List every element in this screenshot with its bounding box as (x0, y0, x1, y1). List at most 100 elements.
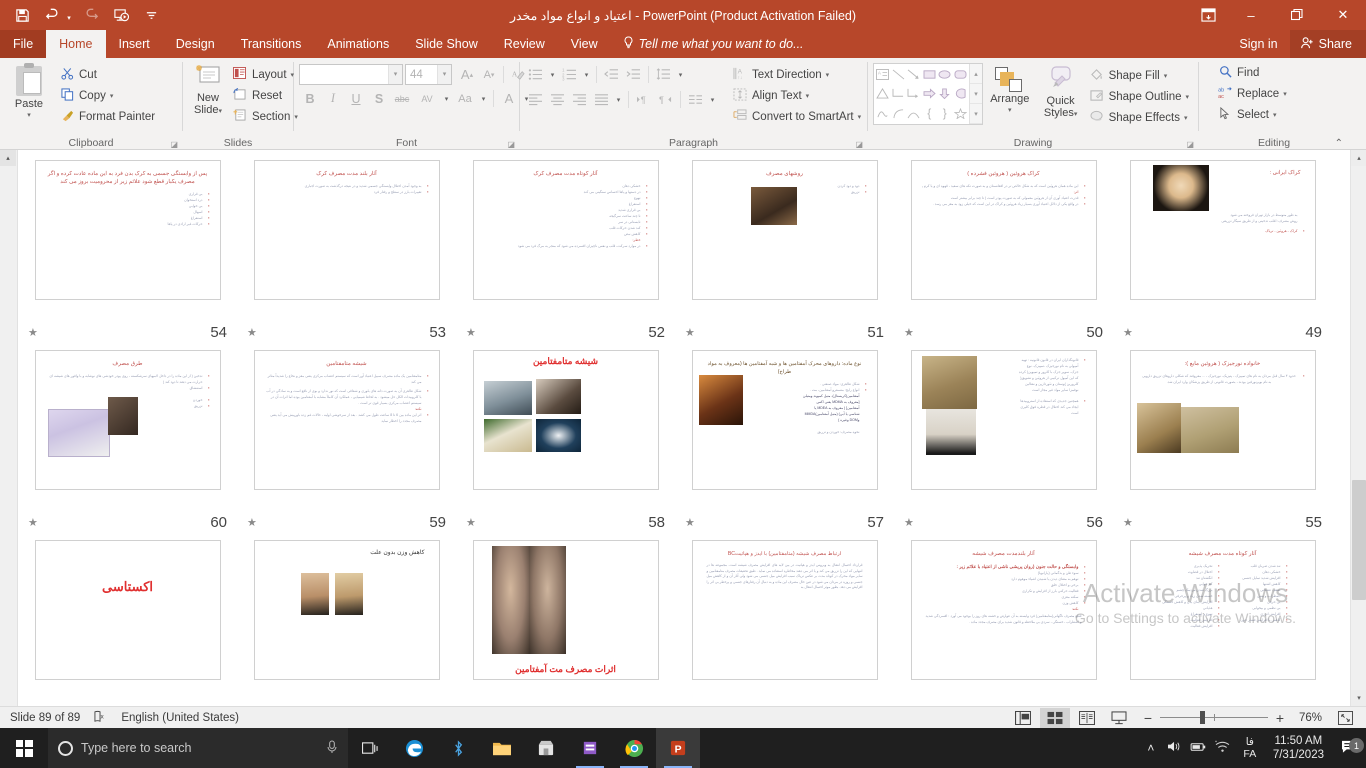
language-label[interactable]: English (United States) (121, 712, 239, 724)
animation-star-icon[interactable]: ★ (466, 516, 476, 529)
slide-thumbnail[interactable]: طرق مصرف تدخین ( از این ماده را در داخل … (35, 350, 221, 490)
animation-star-icon[interactable]: ★ (1123, 326, 1133, 339)
slide-sorter-view-button[interactable] (1040, 708, 1070, 728)
animation-star-icon[interactable]: ★ (247, 516, 257, 529)
tab-review[interactable]: Review (491, 30, 558, 58)
zoom-level-label[interactable]: 76% (1294, 712, 1328, 724)
slide-cell[interactable]: کراک هروئین ( هروئین فشرده ) این ماده هم… (894, 158, 1113, 348)
task-view-icon[interactable] (348, 728, 392, 768)
slide-thumbnail[interactable]: شیشه متامفتامین (473, 350, 659, 490)
shape-rounded-rect-icon[interactable] (952, 65, 968, 84)
powerpoint-icon[interactable]: P (656, 728, 700, 768)
shape-textbox-icon[interactable]: A (875, 65, 890, 84)
rtl-direction-button[interactable]: ¶ (655, 89, 676, 110)
animation-star-icon[interactable]: ★ (685, 516, 695, 529)
shape-oval-icon[interactable] (937, 65, 952, 84)
slide-cell[interactable]: آثار بلندمدت مصرف شیشه وابستگی و حالت جن… (894, 538, 1113, 706)
shape-gallery-down-icon[interactable]: ▾ (970, 84, 982, 104)
vertical-scrollbar[interactable]: ▴ ▾ (1350, 150, 1366, 706)
tab-file[interactable]: File (0, 30, 46, 58)
font-dialog-launcher[interactable]: ◪ (507, 140, 515, 149)
animation-star-icon[interactable]: ★ (685, 326, 695, 339)
shape-outline-button[interactable]: Shape Outline ▾ (1085, 86, 1193, 107)
slide-thumbnail[interactable]: آثار بلندمدت مصرف شیشه وابستگی و حالت جن… (911, 540, 1097, 680)
slide-cell[interactable]: شیشه متامفتامین ★58 (456, 348, 675, 538)
network-icon[interactable]: * (1211, 740, 1235, 756)
bluetooth-icon[interactable] (436, 728, 480, 768)
shape-pie-icon[interactable] (952, 84, 968, 103)
bullets-button[interactable] (525, 64, 546, 85)
columns-button[interactable] (685, 89, 706, 110)
action-center-icon[interactable]: 1 (1332, 739, 1366, 757)
undo-dropdown-icon[interactable]: ▾ (63, 3, 75, 27)
slide-cell[interactable]: پس از وابستگی جسمی به کرک بدن فرد به این… (18, 158, 237, 348)
numbering-button[interactable]: 123 (559, 64, 580, 85)
shape-scribble-icon[interactable] (875, 104, 890, 123)
taskbar-search-box[interactable]: Type here to search (48, 728, 348, 768)
clock[interactable]: 11:50 AM 7/31/2023 (1265, 734, 1332, 762)
shape-curve-icon[interactable] (890, 104, 906, 123)
scrollbar-down-icon[interactable]: ▾ (1351, 690, 1366, 706)
save-icon[interactable] (8, 3, 36, 27)
slide-thumbnail[interactable]: اثرات مصرف مت آمفتامین (473, 540, 659, 680)
tab-slide-show[interactable]: Slide Show (402, 30, 491, 58)
section-button[interactable]: Section ▾ (228, 106, 302, 127)
animation-star-icon[interactable]: ★ (28, 516, 38, 529)
slide-count-label[interactable]: Slide 89 of 89 (10, 712, 80, 724)
arrange-dropdown-icon[interactable]: ▾ (1008, 105, 1012, 117)
slide-thumbnail[interactable]: کاهش وزن بدون علت (254, 540, 440, 680)
shape-elbow-arrow-icon[interactable] (906, 84, 921, 103)
microsoft-store-icon[interactable] (524, 728, 568, 768)
shape-line-icon[interactable] (890, 65, 906, 84)
shape-right-arrow-icon[interactable] (921, 84, 937, 103)
language-indicator[interactable]: فا FA (1235, 736, 1265, 760)
change-case-button[interactable]: Aa (453, 88, 477, 109)
drawing-dialog-launcher[interactable]: ◪ (1186, 140, 1194, 149)
microphone-icon[interactable] (326, 740, 338, 757)
shape-right-brace-icon[interactable]: } (937, 104, 952, 123)
redo-icon[interactable] (77, 3, 105, 27)
character-spacing-dropdown-icon[interactable]: ▾ (441, 88, 452, 109)
align-right-button[interactable] (569, 89, 590, 110)
bold-button[interactable]: B (299, 88, 321, 109)
slide-cell[interactable]: روشهای مصرف دود و دود کردن تزریق ★51 (675, 158, 894, 348)
paragraph-dialog-launcher[interactable]: ◪ (855, 140, 863, 149)
select-dropdown-icon[interactable]: ▾ (1273, 111, 1277, 119)
slide-thumbnail[interactable]: نوع ماده: داروهای محرک آمفتامین ها و شبه… (692, 350, 878, 490)
scrollbar-up-icon[interactable]: ▴ (1351, 150, 1366, 166)
shape-arc-icon[interactable] (906, 104, 921, 123)
font-size-input[interactable]: 44 ▾ (405, 64, 452, 85)
cut-button[interactable]: Cut (55, 64, 159, 85)
copy-dropdown-icon[interactable]: ▾ (110, 92, 114, 100)
replace-dropdown-icon[interactable]: ▾ (1283, 90, 1287, 98)
slide-cell[interactable]: نوع ماده: داروهای محرک آمفتامین ها و شبه… (675, 348, 894, 538)
align-center-button[interactable] (547, 89, 568, 110)
paste-button[interactable]: Paste ▾ (5, 62, 53, 124)
character-spacing-button[interactable]: AV (414, 88, 440, 109)
text-shadow-button[interactable]: S (368, 88, 390, 109)
share-button[interactable]: Share (1290, 30, 1366, 58)
normal-view-button[interactable] (1008, 708, 1038, 728)
slide-cell[interactable]: اکستاسی ★66 (18, 538, 237, 706)
collapse-ribbon-button[interactable]: ⌃ (1335, 138, 1343, 149)
slide-thumbnail[interactable]: شیشه متامفتامین متامفتامین یک ماده مصرف … (254, 350, 440, 490)
shape-down-arrow-icon[interactable] (937, 84, 952, 103)
slide-cell[interactable]: کاهش وزن بدون علت ★65 (237, 538, 456, 706)
customize-qat-icon[interactable] (137, 3, 165, 27)
zoom-out-button[interactable]: − (1142, 710, 1154, 726)
shape-effects-dropdown-icon[interactable]: ▾ (1184, 114, 1188, 122)
scrollbar-thumb[interactable] (1352, 480, 1366, 600)
slide-sorter-grid[interactable]: پس از وابستگی جسمی به کرک بدن فرد به این… (18, 150, 1350, 706)
sign-in-button[interactable]: Sign in (1227, 30, 1289, 58)
underline-button[interactable]: U (345, 88, 367, 109)
tab-insert[interactable]: Insert (106, 30, 163, 58)
fit-slide-to-window-button[interactable] (1330, 708, 1360, 728)
shape-gallery[interactable]: A (873, 63, 983, 125)
shape-star-icon[interactable] (952, 104, 968, 123)
quick-styles-button[interactable]: Quick Styles▾ (1037, 63, 1085, 123)
shape-fill-dropdown-icon[interactable]: ▾ (1164, 72, 1168, 80)
shape-rectangle-icon[interactable] (921, 65, 937, 84)
slide-cell[interactable]: طرق مصرف تدخین ( از این ماده را در داخل … (18, 348, 237, 538)
tab-transitions[interactable]: Transitions (228, 30, 315, 58)
file-explorer-icon[interactable] (480, 728, 524, 768)
